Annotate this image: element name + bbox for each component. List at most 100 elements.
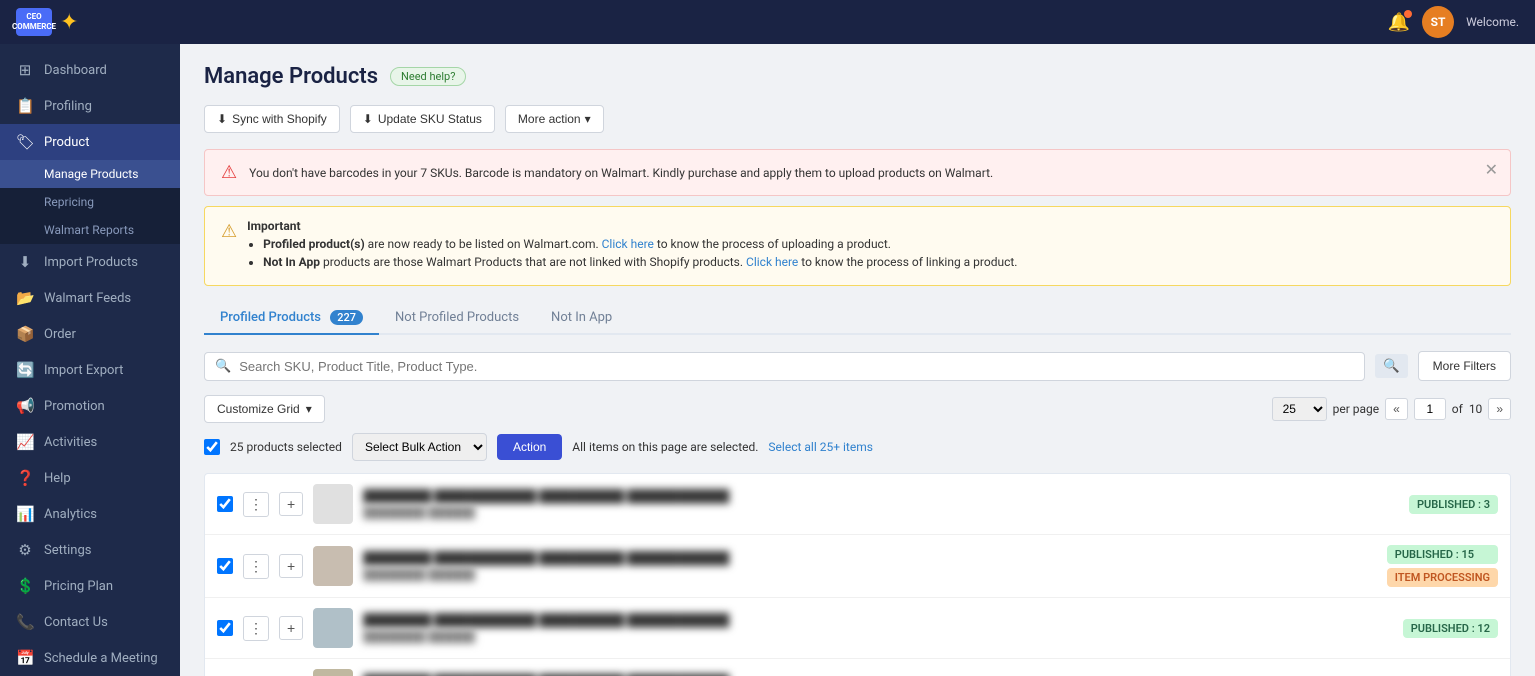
sidebar-item-label: Profiling	[44, 99, 92, 114]
bulk-action-row: 25 products selected Select Bulk Action …	[204, 433, 1511, 461]
row-menu-button[interactable]: ⋮	[243, 616, 269, 641]
row-checkbox[interactable]	[217, 496, 233, 512]
sidebar-item-pricing-plan[interactable]: 💲 Pricing Plan	[0, 568, 180, 604]
tab-not-in-app[interactable]: Not In App	[535, 302, 628, 335]
promotion-icon: 📢	[16, 397, 34, 415]
alert-yellow-content: Important Profiled product(s) are now re…	[247, 219, 1017, 273]
search-box: 🔍	[204, 352, 1365, 381]
select-all-checkbox[interactable]	[204, 439, 220, 455]
per-page-select[interactable]: 25 50 100	[1272, 397, 1327, 421]
navbar: CEOCOMMERCE ✦ 🔔 ST Welcome.	[0, 0, 1535, 44]
selected-count-label: 25 products selected	[230, 440, 342, 454]
tabs-row: Profiled Products 227 Not Profiled Produ…	[204, 302, 1511, 335]
product-title: ████████ ████████████ ██████████ ███████…	[363, 672, 1393, 676]
sidebar-item-dashboard[interactable]: ⊞ Dashboard	[0, 52, 180, 88]
sidebar-item-label: Pricing Plan	[44, 579, 113, 594]
tab-label: Not Profiled Products	[395, 310, 519, 325]
sync-label: Sync with Shopify	[232, 112, 327, 126]
alert-close-button[interactable]: ✕	[1485, 160, 1498, 179]
update-sku-label: Update SKU Status	[378, 112, 482, 126]
sidebar-item-activities[interactable]: 📈 Activities	[0, 424, 180, 460]
sidebar-item-schedule-meeting[interactable]: 📅 Schedule a Meeting	[0, 640, 180, 676]
last-page-button[interactable]: »	[1488, 398, 1511, 420]
customize-grid-button[interactable]: Customize Grid ▾	[204, 395, 325, 423]
sidebar-item-settings[interactable]: ⚙ Settings	[0, 532, 180, 568]
alert-yellow-header: ⚠ Important Profiled product(s) are now …	[221, 219, 1494, 273]
sidebar-sub-walmart-reports[interactable]: Walmart Reports	[0, 216, 180, 244]
sidebar-sub-manage-products[interactable]: Manage Products	[0, 160, 180, 188]
help-icon: ❓	[16, 469, 34, 487]
pagination-row: Customize Grid ▾ 25 50 100 per page « of…	[204, 395, 1511, 423]
sidebar-item-product[interactable]: 🏷 Product	[0, 124, 180, 160]
more-filters-button[interactable]: More Filters	[1418, 351, 1511, 381]
notification-icon[interactable]: 🔔	[1388, 12, 1410, 33]
row-add-button[interactable]: +	[279, 554, 303, 578]
tab-profiled-products[interactable]: Profiled Products 227	[204, 302, 379, 335]
sidebar-item-import-products[interactable]: ⬇ Import Products	[0, 244, 180, 280]
product-info: ████████ ████████████ ██████████ ███████…	[363, 672, 1393, 676]
first-page-button[interactable]: «	[1385, 398, 1408, 420]
product-info: ████████ ████████████ ██████████ ███████…	[363, 487, 1399, 522]
profiled-products-label: Profiled product(s)	[263, 237, 365, 251]
click-here-link-1[interactable]: Click here	[602, 237, 654, 251]
product-title: ████████ ████████████ ██████████ ███████…	[363, 549, 1377, 567]
sidebar-item-help[interactable]: ❓ Help	[0, 460, 180, 496]
sidebar: ⊞ Dashboard 📋 Profiling 🏷 Product Manage…	[0, 44, 180, 676]
sidebar-item-label: Help	[44, 471, 71, 486]
pagination-controls: 25 50 100 per page « of 10 »	[1272, 397, 1511, 421]
sidebar-item-label: Promotion	[44, 399, 105, 414]
page-total: 10	[1469, 402, 1483, 416]
sync-icon: ⬇	[217, 112, 227, 126]
main-layout: ⊞ Dashboard 📋 Profiling 🏷 Product Manage…	[0, 44, 1535, 676]
update-icon: ⬇	[363, 112, 373, 126]
product-info: ████████ ████████████ ██████████ ███████…	[363, 549, 1377, 584]
welcome-text: Welcome.	[1466, 15, 1519, 29]
search-row: 🔍 🔍 More Filters	[204, 351, 1511, 381]
sidebar-item-import-export[interactable]: 🔄 Import Export	[0, 352, 180, 388]
bulk-action-select[interactable]: Select Bulk Action	[352, 433, 487, 461]
sidebar-item-walmart-feeds[interactable]: 📂 Walmart Feeds	[0, 280, 180, 316]
walmart-feeds-icon: 📂	[16, 289, 34, 307]
logo-text: CEOCOMMERCE	[12, 12, 56, 31]
row-menu-button[interactable]: ⋮	[243, 492, 269, 517]
sidebar-item-profiling[interactable]: 📋 Profiling	[0, 88, 180, 124]
need-help-badge[interactable]: Need help?	[390, 67, 466, 86]
sidebar-item-contact-us[interactable]: 📞 Contact Us	[0, 604, 180, 640]
activities-icon: 📈	[16, 433, 34, 451]
sidebar-item-analytics[interactable]: 📊 Analytics	[0, 496, 180, 532]
product-thumbnail	[313, 608, 353, 648]
walmart-star-icon: ✦	[60, 10, 78, 35]
row-menu-button[interactable]: ⋮	[243, 554, 269, 579]
chevron-down-icon: ▾	[585, 112, 591, 126]
row-add-button[interactable]: +	[279, 492, 303, 516]
processing-badge: ITEM PROCESSING	[1387, 568, 1498, 587]
table-row: ⋮ + ████████ ████████████ ██████████ ███…	[205, 659, 1510, 676]
more-action-button[interactable]: More action ▾	[505, 105, 604, 133]
sidebar-item-order[interactable]: 📦 Order	[0, 316, 180, 352]
search-button[interactable]: 🔍	[1375, 354, 1408, 378]
contact-us-icon: 📞	[16, 613, 34, 631]
tab-label: Profiled Products	[220, 310, 321, 325]
sidebar-item-promotion[interactable]: 📢 Promotion	[0, 388, 180, 424]
avatar[interactable]: ST	[1422, 6, 1454, 38]
search-input[interactable]	[239, 359, 1354, 374]
per-page-label: per page	[1333, 402, 1380, 416]
product-meta: ████████ ██████	[363, 567, 1377, 584]
notification-dot	[1404, 10, 1412, 18]
select-all-link[interactable]: Select all 25+ items	[768, 440, 873, 454]
sync-shopify-button[interactable]: ⬇ Sync with Shopify	[204, 105, 340, 133]
click-here-link-2[interactable]: Click here	[746, 255, 798, 269]
row-add-button[interactable]: +	[279, 616, 303, 640]
page-number-input[interactable]	[1414, 398, 1446, 420]
update-sku-button[interactable]: ⬇ Update SKU Status	[350, 105, 495, 133]
row-checkbox[interactable]	[217, 558, 233, 574]
important-alert: ⚠ Important Profiled product(s) are now …	[204, 206, 1511, 286]
row-checkbox[interactable]	[217, 620, 233, 636]
action-button[interactable]: Action	[497, 434, 562, 460]
tab-not-profiled-products[interactable]: Not Profiled Products	[379, 302, 535, 335]
table-row: ⋮ + ████████ ████████████ ██████████ ███…	[205, 598, 1510, 659]
product-icon: 🏷	[16, 133, 34, 151]
page-of-label: of	[1452, 402, 1463, 416]
logo-icon[interactable]: CEOCOMMERCE	[16, 8, 52, 36]
sidebar-sub-repricing[interactable]: Repricing	[0, 188, 180, 216]
